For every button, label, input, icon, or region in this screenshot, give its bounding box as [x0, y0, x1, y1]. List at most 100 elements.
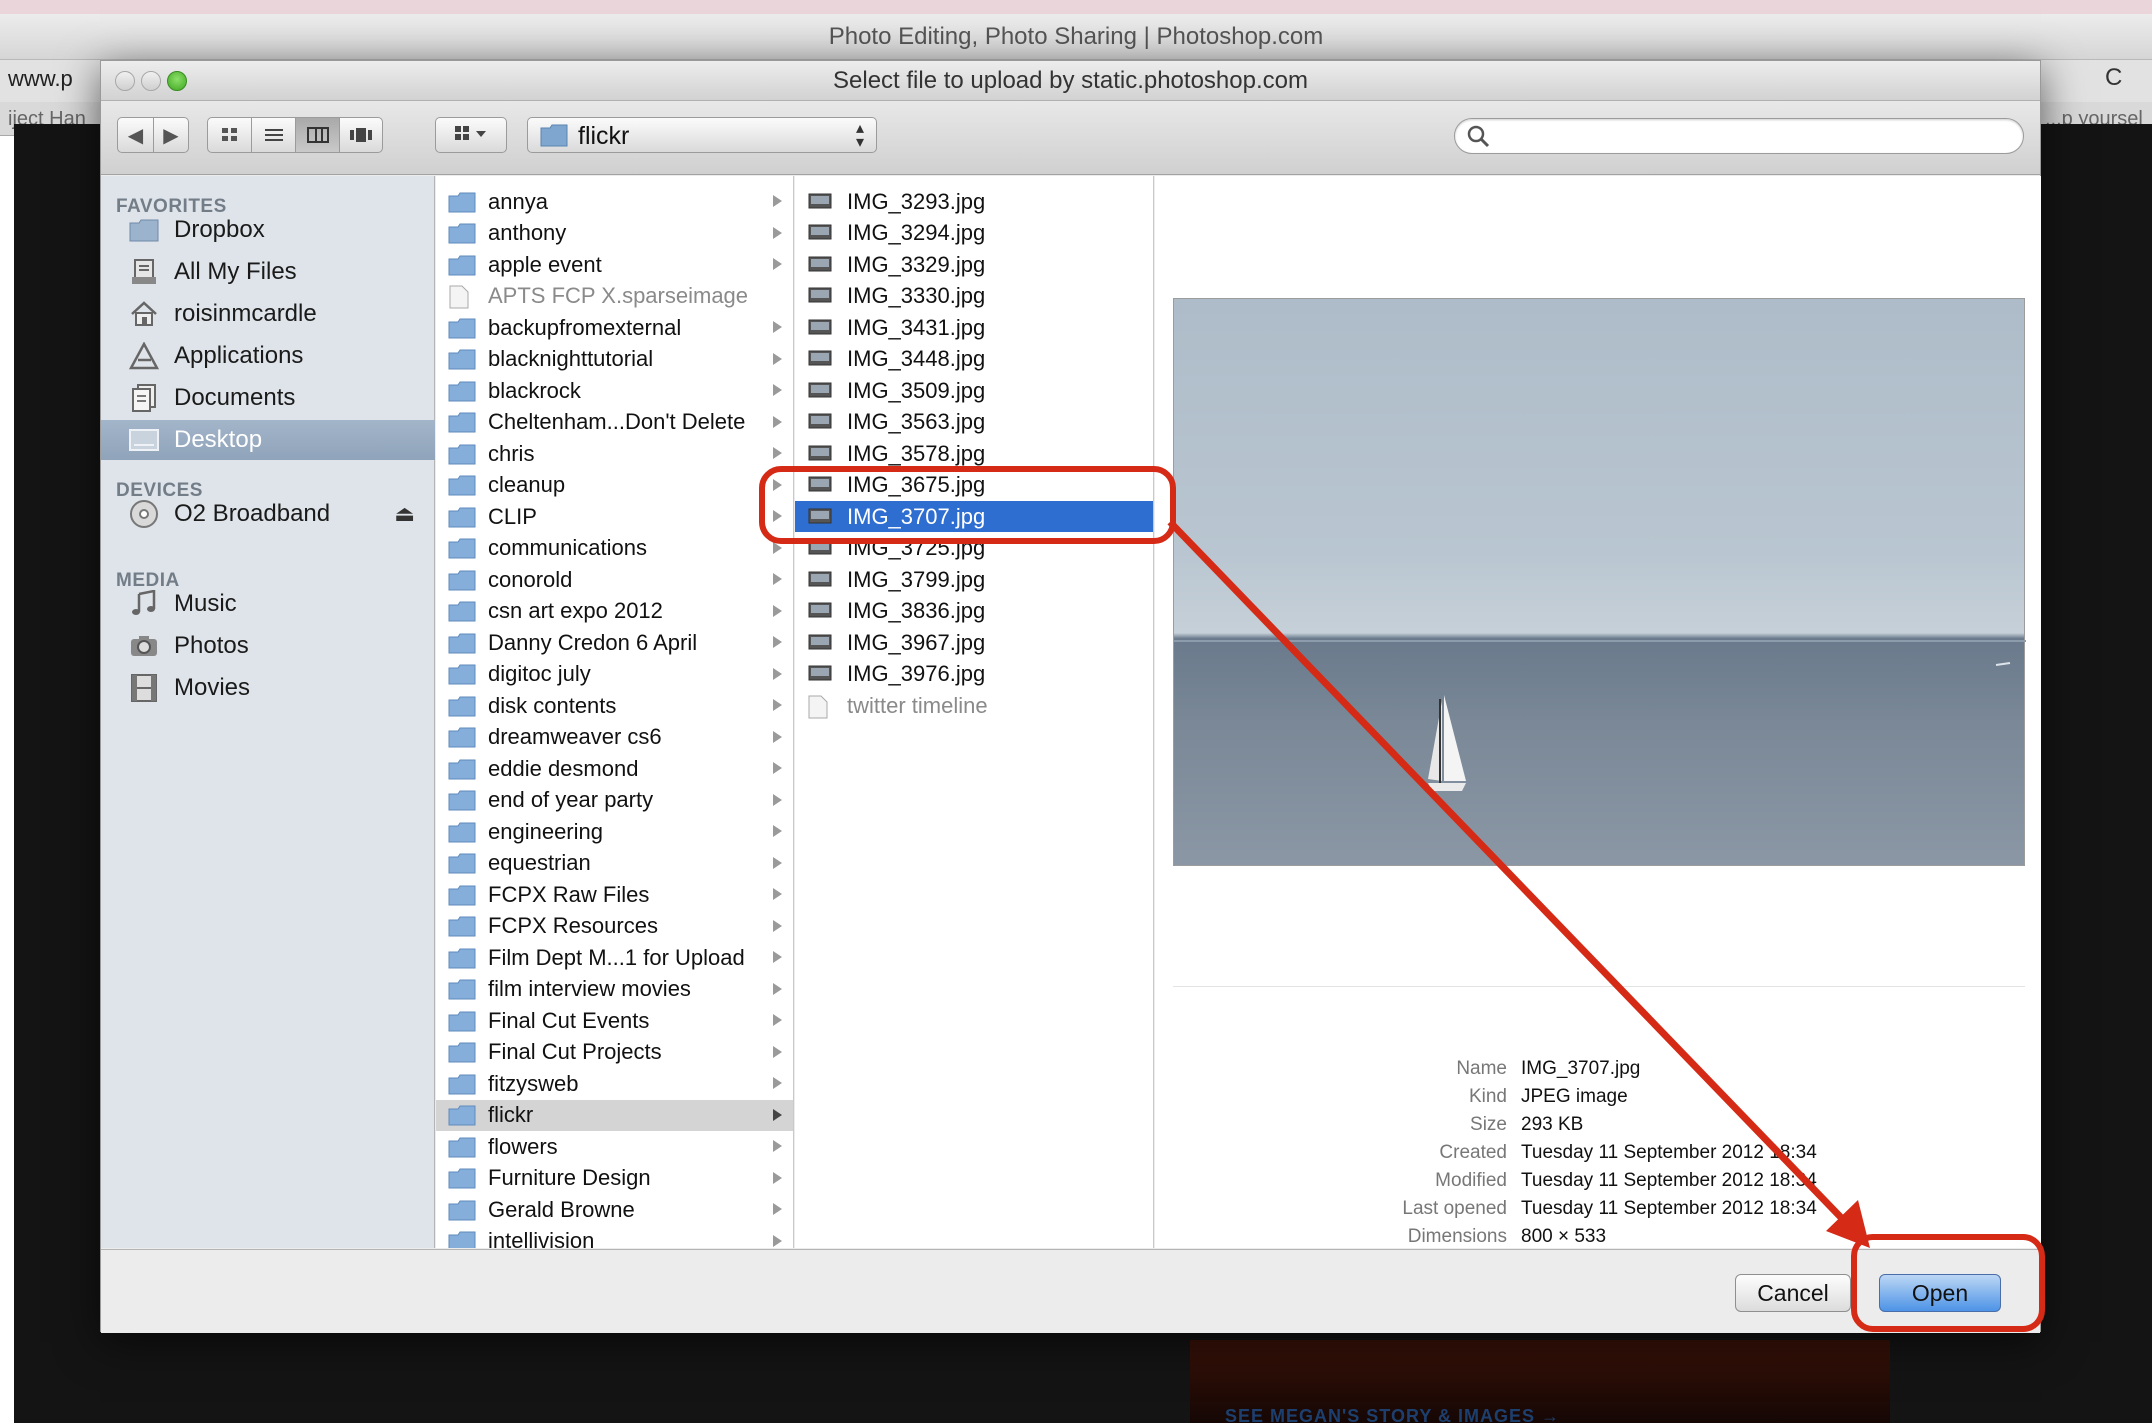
- sidebar-item-o2-broadband[interactable]: O2 Broadband ⏏: [101, 494, 435, 534]
- folder-list-item[interactable]: blackrock: [436, 375, 793, 406]
- folder-list-item[interactable]: disk contents: [436, 690, 793, 721]
- file-list-item[interactable]: IMG_3578.jpg: [795, 438, 1153, 469]
- folder-list-item-label: digitoc july: [488, 661, 591, 686]
- folder-list-item[interactable]: cleanup: [436, 470, 793, 501]
- file-list-item[interactable]: IMG_3431.jpg: [795, 312, 1153, 343]
- file-list-item[interactable]: IMG_3725.jpg: [795, 533, 1153, 564]
- arrange-button[interactable]: [435, 117, 507, 153]
- cancel-button[interactable]: Cancel: [1735, 1274, 1851, 1312]
- forward-arrow-icon[interactable]: ▶: [154, 118, 188, 152]
- browser-url-fragment[interactable]: www.p: [8, 66, 73, 92]
- folder-list-item-label: intellivision: [488, 1228, 595, 1248]
- disclosure-arrow-icon: [773, 636, 782, 648]
- zoom-window-button[interactable]: [167, 71, 187, 91]
- folder-list-item[interactable]: chris: [436, 438, 793, 469]
- info-value: Tuesday 11 September 2012 18:34: [1521, 1142, 1817, 1163]
- folder-list-item[interactable]: Furniture Design: [436, 1163, 793, 1194]
- folder-list-item[interactable]: annya: [436, 186, 793, 217]
- sidebar-item-movies[interactable]: Movies: [101, 668, 435, 708]
- folder-list-item[interactable]: FCPX Raw Files: [436, 879, 793, 910]
- path-popup[interactable]: flickr ▴ ▾: [527, 117, 877, 153]
- file-list-item[interactable]: twitter timeline: [795, 690, 1153, 721]
- sidebar-item-music[interactable]: Music: [101, 584, 435, 624]
- folder-list-item[interactable]: Film Dept M...1 for Upload: [436, 942, 793, 973]
- file-list-item[interactable]: IMG_3330.jpg: [795, 281, 1153, 312]
- folder-list-item[interactable]: conorold: [436, 564, 793, 595]
- folder-list-item[interactable]: intellivision: [436, 1226, 793, 1248]
- folder-list-item[interactable]: flickr: [436, 1099, 793, 1131]
- sidebar-item-label: O2 Broadband: [174, 500, 331, 527]
- folder-list-item[interactable]: communications: [436, 533, 793, 564]
- folder-list-item[interactable]: Final Cut Projects: [436, 1037, 793, 1068]
- folder-list-item[interactable]: blacknighttutorial: [436, 344, 793, 375]
- sidebar-item-label: Documents: [174, 384, 296, 411]
- file-list-item[interactable]: IMG_3293.jpg: [795, 186, 1153, 217]
- file-list-item[interactable]: IMG_3448.jpg: [795, 344, 1153, 375]
- folder-list-item[interactable]: Cheltenham...Don't Delete: [436, 407, 793, 438]
- folder-list-item[interactable]: fitzysweb: [436, 1068, 793, 1099]
- folder-list-item[interactable]: Final Cut Events: [436, 1005, 793, 1036]
- file-list-item[interactable]: IMG_3967.jpg: [795, 627, 1153, 658]
- disclosure-arrow-icon: [773, 195, 782, 207]
- open-button[interactable]: Open: [1879, 1274, 2001, 1312]
- folder-list-item[interactable]: CLIP: [436, 501, 793, 532]
- sidebar-item-label: Music: [174, 590, 237, 617]
- sidebar-item-dropbox[interactable]: Dropbox: [101, 210, 435, 250]
- folder-list-item[interactable]: equestrian: [436, 848, 793, 879]
- file-list-item[interactable]: IMG_3836.jpg: [795, 596, 1153, 627]
- info-value: JPEG image: [1521, 1086, 1628, 1107]
- sidebar-item-photos[interactable]: Photos: [101, 626, 435, 666]
- disclosure-arrow-icon: [773, 1077, 782, 1089]
- folder-list-item[interactable]: APTS FCP X.sparseimage: [436, 281, 793, 312]
- file-list-item-label: twitter timeline: [847, 692, 988, 718]
- folder-list-item[interactable]: backupfromexternal: [436, 312, 793, 343]
- sidebar-item-applications[interactable]: Applications: [101, 336, 435, 376]
- folder-icon: [448, 947, 476, 969]
- file-list-item[interactable]: IMG_3563.jpg: [795, 407, 1153, 438]
- folder-list-item[interactable]: anthony: [436, 218, 793, 249]
- file-list-item[interactable]: IMG_3294.jpg: [795, 218, 1153, 249]
- reload-icon[interactable]: C: [2105, 64, 2122, 92]
- list-view-icon[interactable]: [252, 118, 296, 152]
- folder-list-item[interactable]: csn art expo 2012: [436, 596, 793, 627]
- file-list-item[interactable]: IMG_3976.jpg: [795, 659, 1153, 690]
- sidebar-item-all-my-files[interactable]: All My Files: [101, 252, 435, 292]
- folder-list-item[interactable]: Gerald Browne: [436, 1194, 793, 1225]
- column-view-icon[interactable]: [296, 118, 340, 152]
- icon-view-icon[interactable]: [208, 118, 252, 152]
- eject-icon[interactable]: ⏏: [394, 501, 415, 527]
- sidebar-item-roisinmcardle[interactable]: roisinmcardle: [101, 294, 435, 334]
- sidebar-item-documents[interactable]: Documents: [101, 378, 435, 418]
- file-list-item[interactable]: IMG_3675.jpg: [795, 470, 1153, 501]
- folder-list-item-label: eddie desmond: [488, 755, 639, 781]
- info-label: Last opened: [1402, 1198, 1507, 1219]
- back-arrow-icon[interactable]: ◀: [118, 118, 154, 152]
- folder-list-item[interactable]: flowers: [436, 1131, 793, 1162]
- folder-list-item[interactable]: apple event: [436, 249, 793, 280]
- file-list-item[interactable]: IMG_3329.jpg: [795, 249, 1153, 280]
- folder-list-item[interactable]: end of year party: [436, 785, 793, 816]
- sidebar-item-desktop[interactable]: Desktop: [101, 420, 435, 460]
- sidebar-item-label: Movies: [174, 674, 251, 701]
- file-list-item[interactable]: IMG_3509.jpg: [795, 375, 1153, 406]
- folder-icon: [448, 758, 476, 780]
- search-field[interactable]: [1454, 118, 2024, 154]
- folder-list-item[interactable]: dreamweaver cs6: [436, 722, 793, 753]
- file-open-dialog: Select file to upload by static.photosho…: [100, 60, 2041, 1333]
- minimize-window-button[interactable]: [141, 71, 161, 91]
- info-label: Created: [1439, 1142, 1507, 1163]
- folder-list-item[interactable]: eddie desmond: [436, 753, 793, 784]
- path-popup-label: flickr: [578, 122, 630, 150]
- coverflow-view-icon[interactable]: [340, 118, 382, 152]
- close-window-button[interactable]: [115, 71, 135, 91]
- search-input[interactable]: [1499, 123, 1999, 149]
- folder-list-item[interactable]: engineering: [436, 816, 793, 847]
- folder-list-item[interactable]: digitoc july: [436, 659, 793, 690]
- folder-list-item[interactable]: Danny Credon 6 April: [436, 627, 793, 658]
- file-list-item[interactable]: IMG_3707.jpg: [795, 501, 1153, 532]
- home-icon: [129, 300, 159, 328]
- folder-list-item[interactable]: film interview movies: [436, 974, 793, 1005]
- folder-list-item[interactable]: FCPX Resources: [436, 911, 793, 942]
- file-list-item[interactable]: IMG_3799.jpg: [795, 564, 1153, 595]
- image-file-icon: [807, 380, 835, 402]
